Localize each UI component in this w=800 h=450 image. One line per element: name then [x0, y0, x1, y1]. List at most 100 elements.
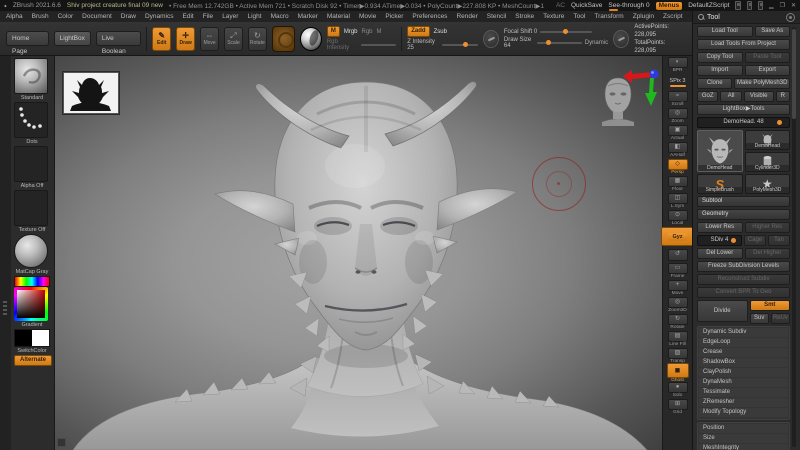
depth-curve-icon[interactable]: [613, 29, 630, 48]
menu-item[interactable]: Movie: [359, 13, 376, 20]
current-brush-thumb[interactable]: [14, 58, 48, 94]
right-shelf-button[interactable]: ▦ Floor: [665, 176, 691, 193]
menu-item[interactable]: Light: [247, 13, 261, 20]
menu-item[interactable]: Macro: [271, 13, 289, 20]
menu-item[interactable]: Stencil: [487, 13, 507, 20]
save-as-button[interactable]: Save As: [754, 26, 790, 37]
cage-button[interactable]: Cage: [743, 235, 766, 246]
geometry-subsection-header[interactable]: Tessimate: [699, 388, 788, 397]
edit-mode-button[interactable]: ✎ Edit: [152, 26, 172, 51]
focal-shift-slider[interactable]: Focal Shift 0: [504, 28, 608, 35]
right-shelf-button[interactable]: ≈ Scroll: [665, 91, 691, 108]
current-material-thumb[interactable]: [14, 234, 48, 268]
right-shelf-button[interactable]: ◫ L.Sym: [665, 193, 691, 210]
right-shelf-button[interactable]: ▭ Frame: [665, 263, 691, 280]
geometry-subsection-header[interactable]: Modify Topology: [699, 408, 788, 417]
clone-button[interactable]: Clone: [697, 78, 733, 89]
layout-icon-3[interactable]: [757, 1, 763, 10]
live-boolean-button[interactable]: Live Boolean: [95, 31, 142, 55]
right-shelf-button[interactable]: ● Solo: [665, 382, 691, 399]
slider-handle[interactable]: [563, 28, 569, 34]
goz-button[interactable]: GoZ: [697, 91, 719, 102]
draw-mode-button[interactable]: ✛ Draw: [176, 26, 196, 51]
goz-relink-button[interactable]: R: [775, 91, 790, 102]
palette-pin-icon[interactable]: [786, 12, 795, 22]
tray-drag-handle[interactable]: [3, 301, 7, 315]
current-material-sphere[interactable]: [300, 26, 322, 51]
dynamic-toggle[interactable]: Dynamic: [585, 40, 608, 46]
menu-item[interactable]: Document: [82, 13, 112, 20]
higher-res-button[interactable]: Higher Res: [744, 222, 790, 233]
paste-tool-button[interactable]: Paste Tool: [744, 52, 790, 63]
geometry-subsection-header[interactable]: EdgeLoop: [699, 338, 788, 347]
tool-thumb-demohead-selected[interactable]: DemoHead: [697, 130, 743, 172]
import-button[interactable]: Import: [697, 65, 743, 76]
menu-item[interactable]: Texture: [543, 13, 564, 20]
search-icon[interactable]: [698, 14, 704, 20]
menu-item[interactable]: Draw: [121, 13, 136, 20]
tool-thumb-simplebrush[interactable]: S SimpleBrush: [697, 174, 743, 194]
color-picker[interactable]: [14, 287, 48, 321]
right-shelf-button[interactable]: ⊙ Local: [665, 210, 691, 227]
right-shelf-button[interactable]: ⊞ Grid: [665, 399, 691, 416]
make-polymesh3d-button[interactable]: Make PolyMesh3D: [734, 78, 790, 89]
tan-button[interactable]: Tan: [767, 235, 790, 246]
del-higher-button[interactable]: Del Higher: [744, 248, 790, 259]
main-color-swatch[interactable]: [15, 330, 32, 346]
right-shelf-button[interactable]: ◧ AAHalf: [665, 142, 691, 159]
home-page-button[interactable]: Home Page: [6, 31, 49, 55]
geometry-subsection-header[interactable]: Crease: [699, 348, 788, 357]
slider-handle[interactable]: [462, 42, 468, 47]
slider-handle[interactable]: [777, 120, 783, 125]
tool-palette-header[interactable]: Tool: [693, 11, 800, 24]
geometry-subsection-header[interactable]: MeshIntegrity: [699, 444, 788, 450]
hue-bar[interactable]: [14, 276, 50, 287]
default-zscript-button[interactable]: DefaultZScript: [688, 2, 729, 9]
tool-thumb-polymesh3d[interactable]: ★ PolyMesh3D: [744, 174, 790, 194]
tool-thumb-demohead[interactable]: DemoHead: [744, 130, 790, 150]
see-through-slider[interactable]: See-through 0: [608, 2, 650, 11]
menu-item[interactable]: Preferences: [412, 13, 447, 20]
menus-button[interactable]: Menus: [655, 1, 683, 10]
rotate-mode-button[interactable]: ↻ Rotate: [247, 26, 267, 51]
geometry-subsection-header[interactable]: Dynamic Subdiv: [699, 328, 788, 337]
tool-thumb-cylinder3d[interactable]: Cylinder3D: [744, 152, 790, 172]
geometry-subsection-header[interactable]: DynaMesh: [699, 378, 788, 387]
mrgb-button[interactable]: Mrgb: [344, 29, 358, 35]
close-icon[interactable]: ✕: [791, 2, 796, 9]
secondary-color-swatch[interactable]: [32, 330, 49, 346]
menu-item[interactable]: Transform: [594, 13, 623, 20]
menu-item[interactable]: Edit: [183, 13, 194, 20]
lower-res-button[interactable]: Lower Res: [697, 222, 743, 233]
menu-item[interactable]: Material: [327, 13, 350, 20]
divide-button[interactable]: Divide: [697, 300, 748, 322]
current-alpha-thumb[interactable]: [14, 146, 48, 182]
menu-item[interactable]: Render: [456, 13, 477, 20]
minimize-icon[interactable]: ▁: [769, 2, 774, 9]
tool-palette-scrollbar[interactable]: [792, 27, 796, 447]
smt-toggle[interactable]: Smt: [749, 300, 790, 311]
right-shelf-button[interactable]: SPix 3: [665, 74, 691, 91]
right-shelf-button[interactable]: ▣ Actual: [665, 125, 691, 142]
scale-mode-button[interactable]: ⤢ Scale: [224, 26, 243, 51]
geometry-section-header[interactable]: Geometry: [697, 209, 790, 220]
load-tool-button[interactable]: Load Tool: [697, 26, 753, 37]
goz-visible-button[interactable]: Visible: [743, 91, 774, 102]
alternate-button[interactable]: Alternate: [14, 355, 52, 366]
right-shelf-button[interactable]: ◐ BPR: [665, 57, 691, 74]
layout-icon-1[interactable]: [735, 1, 741, 10]
sculpt-canvas[interactable]: [55, 56, 662, 450]
right-shelf-button[interactable]: ▤ Line Fill: [665, 331, 691, 348]
sv-square[interactable]: [17, 290, 45, 318]
right-shelf-button[interactable]: ↺: [665, 246, 691, 263]
geometry-subsection-header[interactable]: Position: [699, 424, 788, 433]
sculptris-pro-button[interactable]: [271, 25, 296, 52]
menu-item[interactable]: Picker: [385, 13, 403, 20]
load-tools-from-project-button[interactable]: Load Tools From Project: [697, 39, 790, 50]
menu-item[interactable]: Tool: [573, 13, 585, 20]
menu-item[interactable]: Marker: [298, 13, 318, 20]
del-lower-button[interactable]: Del Lower: [697, 248, 743, 259]
mrgb-active-chip[interactable]: M: [326, 26, 340, 37]
right-shelf-button[interactable]: ↻ Rotate: [665, 314, 691, 331]
lightbox-tools-button[interactable]: LightBox▶Tools: [697, 104, 790, 115]
